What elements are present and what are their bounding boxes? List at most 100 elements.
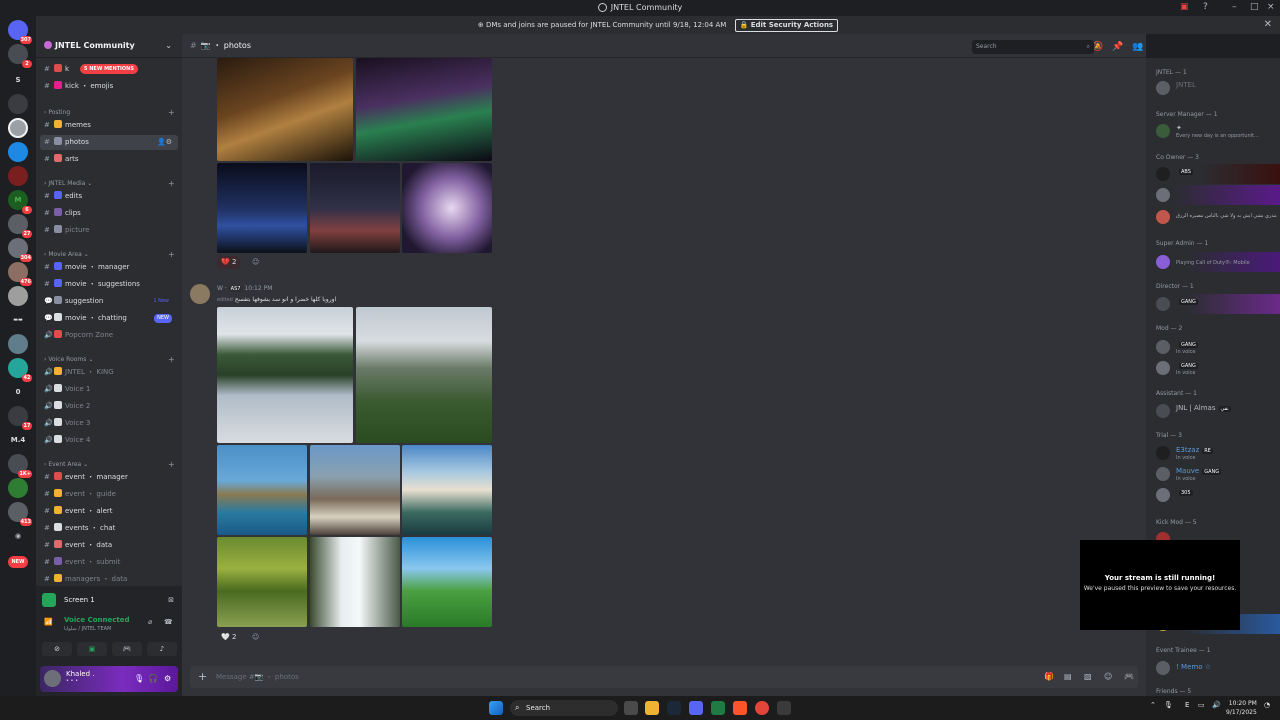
message-composer[interactable]: + Message #📷 ・ photos 🎁 ▤ ▧ ☺ 🎮: [190, 666, 1138, 688]
category-movie-area[interactable]: › Movie Area ⌄ +: [44, 250, 175, 259]
channel-kick-emojis[interactable]: # kick ・ emojis: [40, 79, 178, 94]
member-item[interactable]: 305: [1146, 485, 1280, 505]
server-icon-4[interactable]: [8, 94, 28, 114]
channel-event-data[interactable]: # event ・ data: [40, 538, 178, 553]
mic-tray-icon[interactable]: 🎙: [1164, 701, 1173, 709]
task-view-icon[interactable]: [624, 701, 638, 715]
screen-share-button[interactable]: ▣: [77, 642, 107, 656]
add-reaction-icon[interactable]: ☺: [248, 631, 263, 644]
channel-clips[interactable]: # clips: [40, 206, 178, 221]
server-icon-13[interactable]: ▬▬: [8, 310, 28, 330]
channel-picture[interactable]: # picture: [40, 223, 178, 238]
add-channel-icon[interactable]: +: [168, 108, 175, 117]
member-item[interactable]: ! Memo ☆: [1146, 658, 1280, 678]
camera-button[interactable]: ⊘: [42, 642, 72, 656]
server-icon-14[interactable]: [8, 334, 28, 354]
reaction-white-heart[interactable]: 🤍 2: [217, 631, 240, 644]
channel-event-alert[interactable]: # event ・ alert: [40, 504, 178, 519]
sticker-icon[interactable]: ▧: [1084, 666, 1092, 688]
windows-start-icon[interactable]: [489, 701, 503, 715]
close-window-button[interactable]: ×: [1267, 2, 1275, 12]
member-item[interactable]: JNTEL: [1146, 78, 1280, 98]
minimize-button[interactable]: –: [1232, 2, 1237, 12]
channel-suggestion[interactable]: 💬 suggestion 1 New: [40, 294, 178, 309]
voice-connection-status[interactable]: 📶 Voice Connected سلوايا / JNTEL TEAM ⌀ …: [40, 616, 178, 632]
server-icon-12[interactable]: [8, 286, 28, 306]
channel-edits[interactable]: # edits: [40, 189, 178, 204]
member-item[interactable]: مدري بشي ايش به ولا شي بالناس مصيره الرز…: [1146, 207, 1280, 227]
microphone-icon[interactable]: 🎙: [134, 674, 144, 683]
server-icon-9[interactable]: 27: [8, 214, 32, 238]
photo-seaside-town[interactable]: [402, 445, 492, 535]
new-servers-pill[interactable]: NEW: [8, 556, 28, 568]
gift-icon[interactable]: 🎁: [1044, 666, 1054, 688]
photo-tower-night[interactable]: [217, 163, 307, 253]
emoji-icon[interactable]: ☺: [1104, 666, 1112, 688]
file-explorer-icon[interactable]: [645, 701, 659, 715]
volume-icon[interactable]: 🔊: [1212, 701, 1221, 709]
invite-settings-icon[interactable]: 👤⚙: [157, 135, 172, 150]
add-channel-icon[interactable]: +: [168, 179, 175, 188]
apps-icon[interactable]: 🎮: [1124, 666, 1134, 688]
voice-4[interactable]: 🔊 Voice 4: [40, 433, 178, 448]
photo-wave[interactable]: [402, 163, 492, 253]
server-icon-21[interactable]: 413: [8, 502, 32, 526]
voice-jntel-king[interactable]: 🔊 JNTEL ・ KING: [40, 365, 178, 380]
server-icon-11[interactable]: 476: [8, 262, 32, 286]
photo-lake-mountains[interactable]: [217, 307, 353, 443]
photo-city-night-1[interactable]: [217, 58, 353, 161]
gif-icon[interactable]: ▤: [1064, 666, 1072, 688]
avatar[interactable]: [190, 284, 210, 304]
photo-city-night-2[interactable]: [356, 58, 492, 161]
channel-event-submit[interactable]: # event ・ submit: [40, 555, 178, 570]
member-item[interactable]: JNL | Almas نقي: [1146, 401, 1280, 421]
server-icon-m4[interactable]: M.4: [8, 430, 28, 450]
member-item[interactable]: Mauve GANG In voice: [1146, 464, 1280, 484]
photo-cliff-resort[interactable]: [310, 445, 400, 535]
channel-movie-suggestions[interactable]: # movie ・ suggestions: [40, 277, 178, 292]
chrome-icon[interactable]: [755, 701, 769, 715]
channel-event-guide[interactable]: # event ・ guide: [40, 487, 178, 502]
photo-waterfall[interactable]: [310, 537, 400, 627]
server-icon-zero[interactable]: 0: [8, 382, 28, 402]
channel-events-chat[interactable]: # events ・ chat: [40, 521, 178, 536]
server-icon-7[interactable]: [8, 166, 28, 186]
channel-movie-manager[interactable]: # movie ・ manager: [40, 260, 178, 275]
server-icon-2[interactable]: 2: [8, 44, 32, 68]
member-item[interactable]: Playing Call of Duty®: Mobile: [1146, 252, 1280, 272]
discord-app-icon[interactable]: [689, 701, 703, 715]
network-icon[interactable]: ▭: [1198, 701, 1205, 709]
server-icon-15[interactable]: 42: [8, 358, 32, 382]
channel-memes[interactable]: # memes: [40, 118, 178, 133]
member-item[interactable]: ✦ Every new day is an opportunit...: [1146, 121, 1280, 141]
attach-plus-icon[interactable]: +: [198, 666, 207, 688]
headphones-icon[interactable]: 🎧: [148, 674, 158, 683]
app-icon[interactable]: [777, 701, 791, 715]
close-banner-icon[interactable]: ✕: [1264, 16, 1272, 34]
inbox-icon[interactable]: ▣: [1180, 2, 1189, 12]
tray-overflow-icon[interactable]: ⌃: [1150, 701, 1156, 709]
edit-security-actions-button[interactable]: 🔒 Edit Security Actions: [734, 19, 839, 32]
channel-arts[interactable]: # arts: [40, 152, 178, 167]
member-list-icon[interactable]: 👥: [1132, 42, 1143, 52]
gear-icon[interactable]: ⚙: [164, 674, 171, 683]
server-icon-6[interactable]: [8, 142, 28, 162]
excel-icon[interactable]: [711, 701, 725, 715]
notification-icon[interactable]: ◔: [1264, 701, 1270, 709]
add-channel-icon[interactable]: +: [168, 250, 175, 259]
maximize-button[interactable]: □: [1250, 2, 1259, 12]
disconnect-icon[interactable]: ☎: [164, 618, 173, 626]
channel-event-manager[interactable]: # event ・ manager: [40, 470, 178, 485]
member-item[interactable]: GANG In voice: [1146, 337, 1280, 357]
photo-green-hills[interactable]: [402, 537, 492, 627]
voice-3[interactable]: 🔊 Voice 3: [40, 416, 178, 431]
pin-icon[interactable]: 📌: [1112, 42, 1123, 52]
voice-1[interactable]: 🔊 Voice 1: [40, 382, 178, 397]
member-item[interactable]: GANG: [1146, 294, 1280, 314]
server-icon-20[interactable]: [8, 478, 28, 498]
search-input[interactable]: Search ⌕: [972, 40, 1094, 54]
channel-managers-data[interactable]: # managers ・ data: [40, 572, 178, 586]
category-event-area[interactable]: › Event Area ⌄ +: [44, 460, 175, 469]
dm-home-button[interactable]: 307: [8, 20, 32, 44]
clock[interactable]: 10:20 PM 9/17/2025: [1226, 699, 1257, 717]
